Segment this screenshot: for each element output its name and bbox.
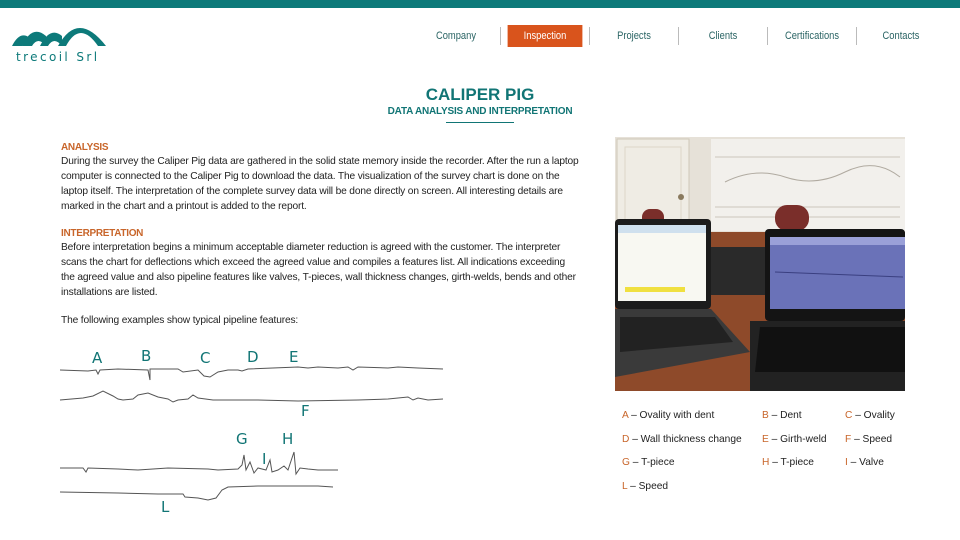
nav-projects[interactable]: Projects	[597, 25, 672, 47]
legend-item: L – Speed	[622, 481, 669, 492]
legend-item: B – Dent	[762, 410, 802, 421]
nav-divider	[678, 27, 679, 45]
nav-divider	[589, 27, 590, 45]
chart-label-g: G	[236, 430, 248, 448]
nav-inspection[interactable]: Inspection	[507, 25, 583, 47]
legend-item: I – Valve	[845, 457, 884, 468]
laptops-photo	[615, 137, 905, 391]
chart-label-l: L	[161, 498, 170, 516]
chart-label-c: C	[200, 349, 211, 367]
title-divider	[446, 122, 514, 123]
legend-item: E – Girth-weld	[762, 434, 827, 445]
examples-intro: The following examples show typical pipe…	[61, 315, 299, 326]
laptops-photo-image	[615, 137, 905, 391]
legend-item: C – Ovality	[845, 410, 895, 421]
chart-label-h: H	[282, 430, 294, 448]
chart-label-f: F	[301, 402, 310, 420]
interpretation-text: Before interpretation begins a minimum a…	[61, 242, 576, 298]
nav-divider	[767, 27, 768, 45]
trace-upper-2	[59, 390, 444, 403]
nav-certifications[interactable]: Certifications	[775, 25, 850, 47]
chart-label-b: B	[141, 347, 152, 365]
nav-divider	[500, 27, 501, 45]
interpretation-heading: INTERPRETATION	[61, 228, 144, 239]
legend-item: D – Wall thickness change	[622, 434, 742, 445]
legend-item: H – T-piece	[762, 457, 814, 468]
brand-name: trecoil Srl	[16, 50, 100, 64]
chart-label-e: E	[289, 348, 299, 366]
brand-logo[interactable]: trecoil Srl	[10, 16, 110, 64]
trace-lower-2	[59, 485, 334, 501]
page-title: CALIPER PIG	[425, 85, 535, 104]
analysis-heading: ANALYSIS	[61, 142, 109, 153]
trace-lower-1	[60, 451, 338, 476]
logo-arches-icon	[12, 28, 106, 46]
main-nav: Company Inspection Projects Clients Cert…	[412, 25, 945, 47]
legend-item: G – T-piece	[622, 457, 675, 468]
legend-item: A – Ovality with dent	[622, 410, 715, 421]
nav-company[interactable]: Company	[419, 25, 494, 47]
chart-label-a: A	[92, 349, 103, 367]
chart-label-i: I	[262, 450, 267, 468]
nav-divider	[856, 27, 857, 45]
analysis-text: During the survey the Caliper Pig data a…	[61, 156, 579, 212]
trace-upper-1	[59, 366, 444, 381]
chart-label-d: D	[247, 348, 259, 366]
legend-item: F – Speed	[845, 434, 893, 445]
top-accent-bar	[0, 0, 960, 8]
nav-clients[interactable]: Clients	[686, 25, 761, 47]
nav-contacts[interactable]: Contacts	[864, 25, 939, 47]
page-subtitle: DATA ANALYSIS AND INTERPRETATION	[387, 106, 573, 117]
caliper-traces-figure	[59, 366, 444, 501]
